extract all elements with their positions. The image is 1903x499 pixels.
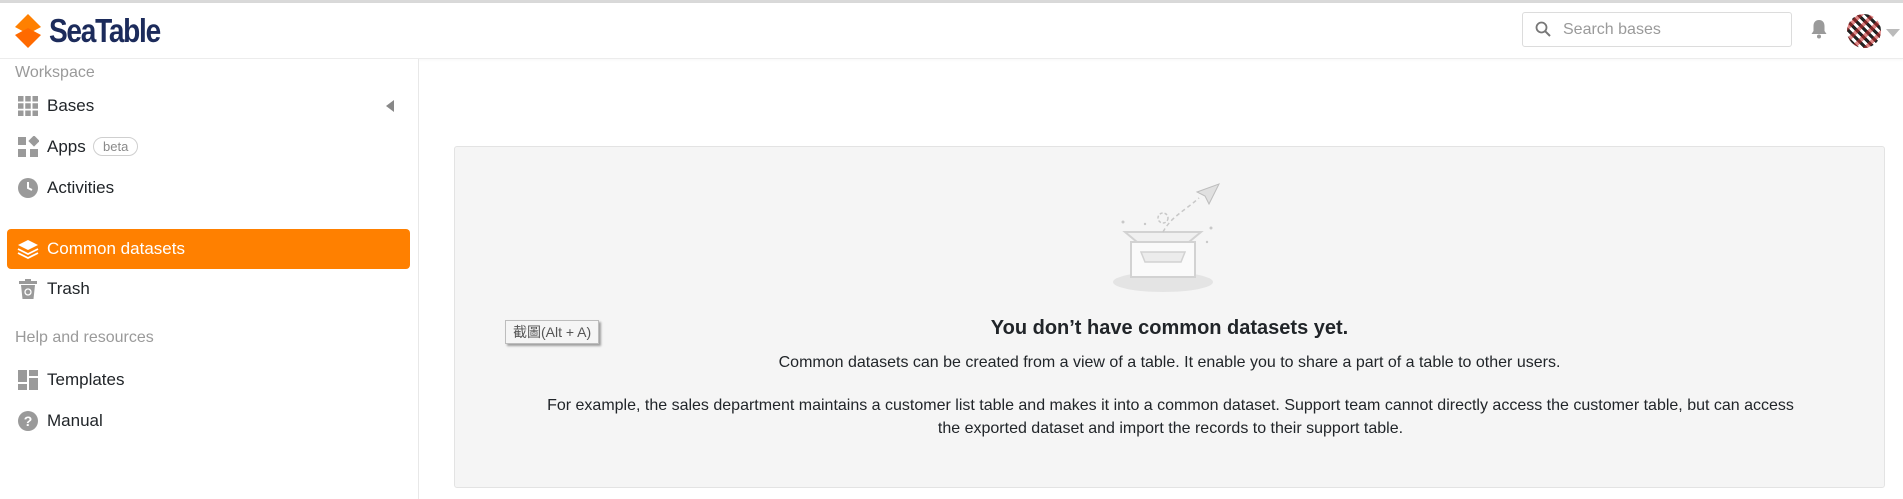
sidebar-item-trash[interactable]: Trash [7, 269, 410, 309]
layers-icon [17, 240, 39, 260]
help-section-title: Help and resources [15, 329, 154, 346]
empty-inbox-illustration [1113, 183, 1221, 292]
user-avatar[interactable] [1847, 14, 1881, 48]
app-header: SeaTable [0, 3, 1903, 59]
sidebar-item-activities[interactable]: Activities [7, 168, 410, 208]
screenshot-tooltip: 截圖(Alt + A) [505, 320, 600, 344]
sidebar-item-label: Apps [47, 137, 86, 156]
clock-icon [18, 178, 38, 198]
search-icon [1535, 21, 1551, 37]
sidebar: Workspace Bases Apps beta Activities Com… [0, 59, 419, 499]
search-box[interactable] [1522, 12, 1792, 47]
empty-state-panel: You don’t have common datasets yet. Comm… [454, 146, 1885, 488]
empty-state-description: Common datasets can be created from a vi… [778, 354, 1561, 371]
sidebar-item-common-datasets[interactable]: Common datasets [7, 229, 410, 269]
apps-icon [18, 136, 39, 157]
empty-state-example: For example, the sales department mainta… [547, 397, 1794, 437]
seatable-logo-icon [15, 14, 41, 48]
sidebar-item-templates[interactable]: Templates [7, 360, 410, 400]
trash-icon [19, 279, 37, 299]
sidebar-item-manual[interactable]: ? Manual [7, 401, 410, 441]
search-input[interactable] [1563, 19, 1783, 41]
sidebar-item-bases[interactable]: Bases [7, 86, 410, 126]
empty-state-title: You don’t have common datasets yet. [990, 317, 1349, 339]
chevron-down-icon[interactable] [1886, 29, 1900, 37]
templates-icon [18, 370, 38, 390]
sidebar-item-label: Activities [47, 178, 115, 197]
sidebar-item-label: Common datasets [47, 239, 185, 258]
notification-bell-icon[interactable] [1810, 19, 1828, 39]
brand-name: SeaTable [49, 12, 161, 49]
beta-badge: beta [93, 137, 139, 156]
grid-icon [18, 96, 38, 116]
question-icon: ? [18, 411, 38, 431]
sidebar-item-label: Trash [47, 279, 90, 298]
sidebar-item-label: Bases [47, 96, 95, 115]
seatable-logo[interactable]: SeaTable [15, 11, 179, 51]
sidebar-item-apps[interactable]: Apps beta [7, 127, 410, 167]
svg-text:?: ? [24, 413, 33, 429]
sidebar-item-label: Manual [47, 411, 103, 430]
sidebar-item-label: Templates [47, 370, 125, 389]
workspace-section-title: Workspace [15, 64, 95, 81]
collapse-arrow-icon[interactable] [386, 100, 394, 112]
